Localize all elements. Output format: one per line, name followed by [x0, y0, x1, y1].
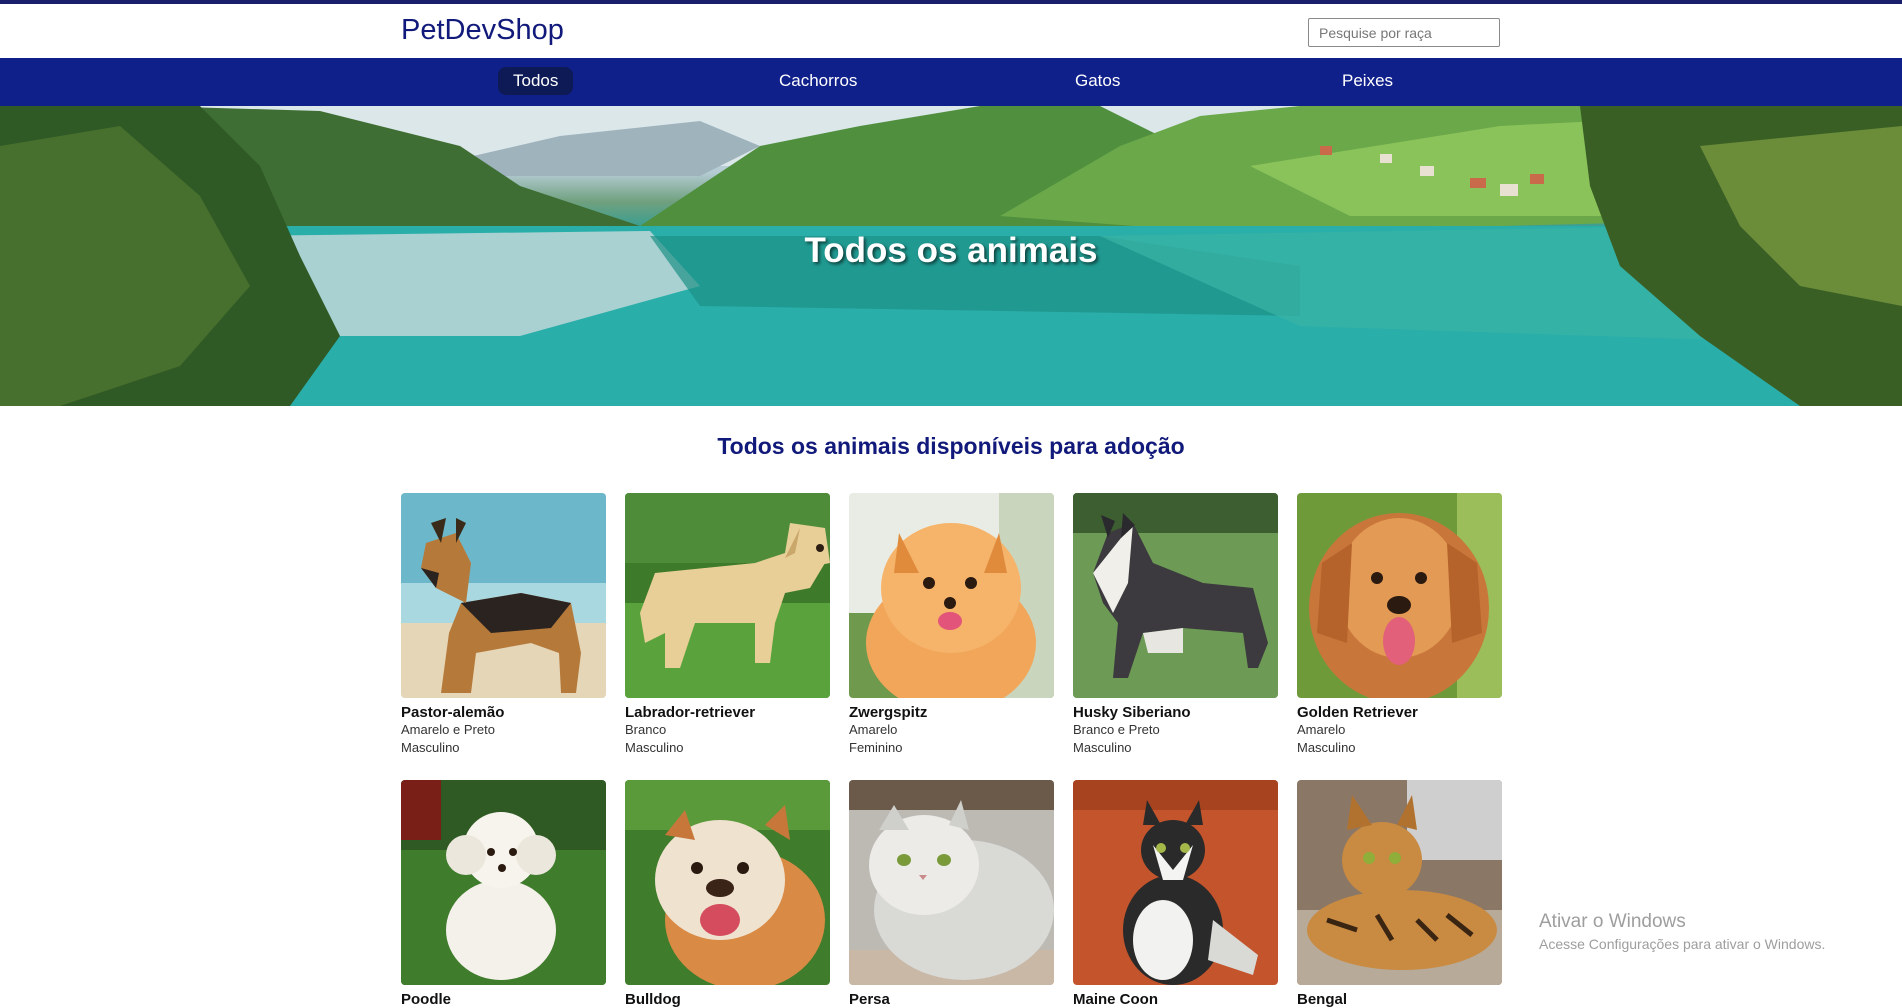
search-input[interactable]: [1308, 18, 1500, 47]
animal-card-bengal[interactable]: Bengal: [1297, 780, 1502, 1008]
animal-card-persa[interactable]: Persa: [849, 780, 1054, 1008]
german-shepherd-photo[interactable]: [401, 493, 606, 698]
animal-card-golden-retriever[interactable]: Golden Retriever Amarelo Masculino: [1297, 493, 1502, 757]
animal-card-poodle[interactable]: Poodle: [401, 780, 606, 1008]
animal-name: Golden Retriever: [1297, 704, 1418, 721]
animal-name: Bulldog: [625, 991, 681, 1008]
pomeranian-photo[interactable]: [849, 493, 1054, 698]
husky-photo[interactable]: [1073, 493, 1278, 698]
animal-sex: Feminino: [849, 740, 903, 755]
animal-name: Persa: [849, 991, 890, 1008]
animal-color: Branco: [625, 722, 667, 737]
animal-name: Maine Coon: [1073, 991, 1158, 1008]
animal-name: Husky Siberiano: [1073, 704, 1191, 721]
animal-name: Labrador-retriever: [625, 704, 756, 721]
navbar: Todos Cachorros Gatos Peixes: [0, 58, 1902, 106]
bulldog-photo[interactable]: [625, 780, 830, 985]
windows-activation-watermark: Ativar o Windows Acesse Configurações pa…: [1539, 911, 1825, 952]
animal-color: Amarelo e Preto: [401, 722, 495, 737]
animal-name: Pastor-alemão: [401, 704, 505, 721]
maine-coon-photo[interactable]: [1073, 780, 1278, 985]
nav-item-todos[interactable]: Todos: [498, 67, 574, 95]
section-title: Todos os animais disponíveis para adoção: [717, 433, 1185, 459]
labrador-photo[interactable]: [625, 493, 830, 698]
animal-card-husky-siberiano[interactable]: Husky Siberiano Branco e Preto Masculino: [1073, 493, 1278, 757]
animal-sex: Masculino: [1073, 740, 1132, 755]
nav-item-peixes[interactable]: Peixes: [1342, 67, 1393, 95]
nav-item-cachorros[interactable]: Cachorros: [779, 67, 857, 95]
hero-title: Todos os animais: [804, 231, 1098, 270]
animal-sex: Masculino: [1297, 740, 1356, 755]
animal-name: Poodle: [401, 991, 452, 1008]
bengal-cat-photo[interactable]: [1297, 780, 1502, 985]
watermark-title: Ativar o Windows: [1539, 911, 1686, 932]
animal-sex: Masculino: [401, 740, 460, 755]
animal-name: Zwergspitz: [849, 704, 928, 721]
animal-color: Amarelo: [1297, 722, 1346, 737]
animal-color: Amarelo: [849, 722, 898, 737]
hero-banner: Todos os animais: [0, 106, 1902, 406]
poodle-photo[interactable]: [401, 780, 606, 985]
animal-card-bulldog[interactable]: Bulldog: [625, 780, 830, 1008]
animal-card-maine-coon[interactable]: Maine Coon: [1073, 780, 1278, 1008]
brand-logo[interactable]: PetDevShop: [401, 14, 564, 47]
watermark-subtitle: Acesse Configurações para ativar o Windo…: [1539, 936, 1826, 952]
nav-item-gatos[interactable]: Gatos: [1075, 67, 1120, 95]
animal-color: Branco e Preto: [1073, 722, 1160, 737]
header: PetDevShop: [0, 4, 1902, 58]
animal-sex: Masculino: [625, 740, 684, 755]
animal-name: Bengal: [1297, 991, 1348, 1008]
persian-cat-photo[interactable]: [849, 780, 1054, 985]
golden-retriever-photo[interactable]: [1297, 493, 1502, 698]
animal-card-labrador-retriever[interactable]: Labrador-retriever Branco Masculino: [625, 493, 830, 757]
animal-card-zwergspitz[interactable]: Zwergspitz Amarelo Feminino: [849, 493, 1054, 757]
animal-card-pastor-alemao[interactable]: Pastor-alemão Amarelo e Preto Masculino: [401, 493, 606, 757]
